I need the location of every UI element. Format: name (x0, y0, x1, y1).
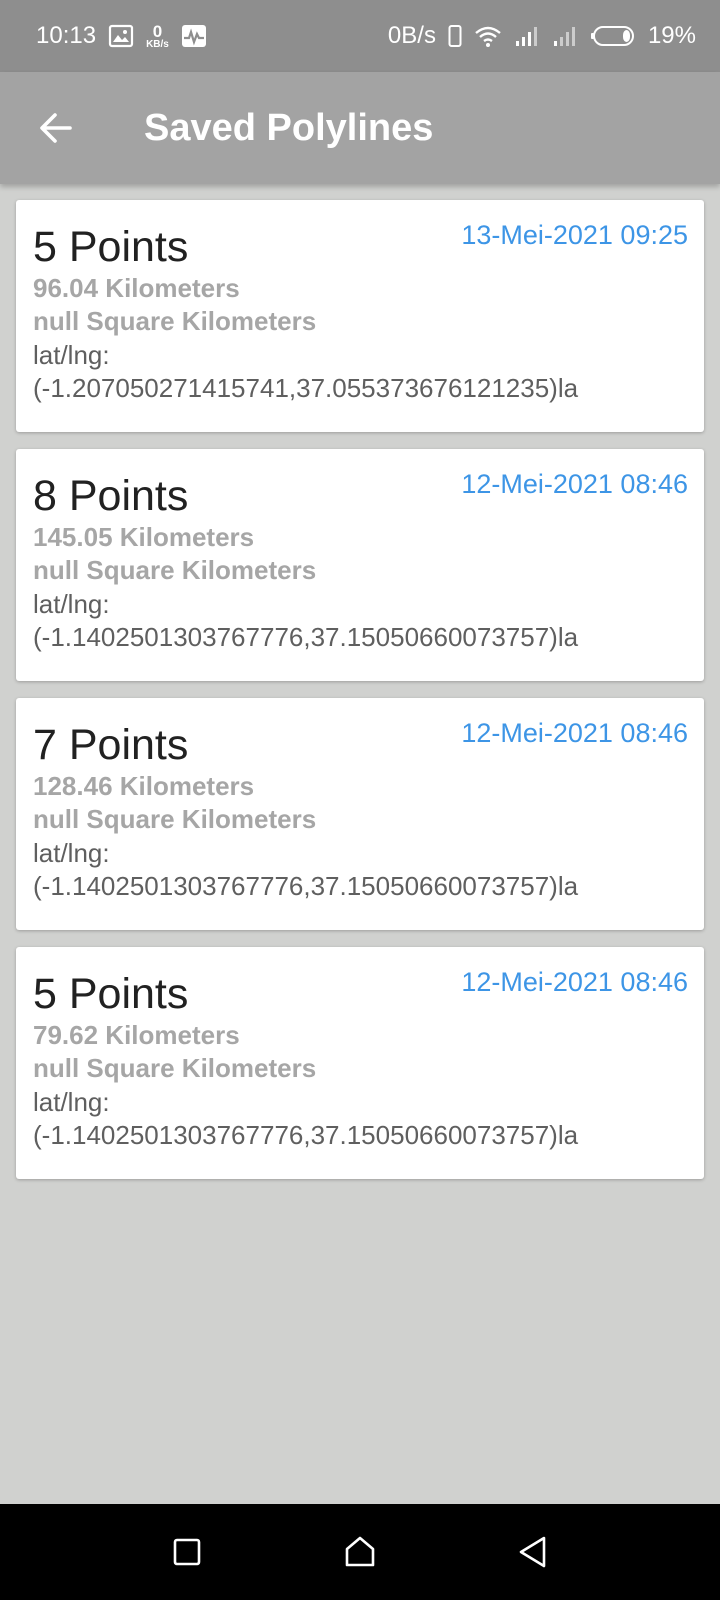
net-speed: 0B/s (387, 22, 436, 49)
area: null Square Kilometers (33, 804, 317, 834)
home-icon (345, 1536, 375, 1567)
page-title: Saved Polylines (144, 106, 434, 149)
recents-square-icon (173, 1538, 200, 1566)
app-bar: Saved Polylines (0, 72, 720, 184)
clock: 10:13 (36, 22, 97, 49)
recents-button[interactable] (147, 1512, 227, 1592)
latlng-value: (-1.1402501303767776,37.15050660073757)l… (33, 1120, 579, 1150)
latlng-label: lat/lng: (33, 1087, 110, 1117)
polyline-card[interactable]: 5 Points 13-Mei-2021 09:25 96.04 Kilomet… (16, 200, 704, 432)
signal-icon (552, 24, 578, 48)
signal-icon (514, 24, 540, 48)
phone-outline-icon (448, 24, 462, 48)
arrow-left-icon (40, 113, 72, 143)
wifi-icon (474, 24, 502, 48)
activity-icon (181, 24, 207, 48)
latlng-value: (-1.1402501303767776,37.15050660073757)l… (33, 622, 579, 652)
distance: 128.46 Kilometers (33, 771, 255, 801)
area: null Square Kilometers (33, 306, 317, 336)
polyline-card[interactable]: 7 Points 12-Mei-2021 08:46 128.46 Kilome… (16, 698, 704, 930)
battery-percent: 19% (647, 22, 696, 49)
status-bar-left: 10:13 0 KB/s (36, 22, 207, 50)
latlng-label: lat/lng: (33, 340, 110, 370)
saved-date: 12-Mei-2021 08:46 (461, 469, 688, 499)
back-nav-button[interactable] (493, 1512, 573, 1592)
distance: 79.62 Kilometers (33, 1020, 240, 1050)
polyline-list: 5 Points 13-Mei-2021 09:25 96.04 Kilomet… (16, 200, 704, 1196)
latlng-value: (-1.1402501303767776,37.15050660073757)l… (33, 871, 579, 901)
latlng-value: (-1.207050271415741,37.05537367612123​5)… (33, 373, 579, 403)
image-icon (108, 24, 134, 48)
latlng-label: lat/lng: (33, 838, 110, 868)
saved-date: 12-Mei-2021 08:46 (461, 967, 688, 997)
area: null Square Kilometers (33, 555, 317, 585)
navigation-bar (0, 1504, 720, 1600)
distance: 145.05 Kilometers (33, 522, 255, 552)
area: null Square Kilometers (33, 1053, 317, 1083)
home-button[interactable] (320, 1512, 400, 1592)
back-triangle-icon (520, 1536, 546, 1568)
kbs-unit: KB/s (146, 38, 169, 50)
kbs-indicator: 0 KB/s (146, 23, 169, 50)
polyline-card[interactable]: 8 Points 12-Mei-2021 08:46 145.05 Kilome… (16, 449, 704, 681)
distance: 96.04 Kilometers (33, 273, 240, 303)
saved-date: 12-Mei-2021 08:46 (461, 718, 688, 748)
status-bar: 10:13 0 KB/s 0B/s 19% (0, 0, 720, 72)
battery-icon (590, 24, 636, 48)
polyline-card[interactable]: 5 Points 12-Mei-2021 08:46 79.62 Kilomet… (16, 947, 704, 1179)
screen: 10:13 0 KB/s 0B/s 19% Saved Polylines 5 … (0, 0, 720, 1600)
latlng-label: lat/lng: (33, 589, 110, 619)
status-bar-right: 0B/s 19% (388, 22, 696, 50)
saved-date: 13-Mei-2021 09:25 (461, 220, 688, 250)
back-button[interactable] (0, 72, 112, 184)
kbs-value: 0 (152, 21, 163, 41)
